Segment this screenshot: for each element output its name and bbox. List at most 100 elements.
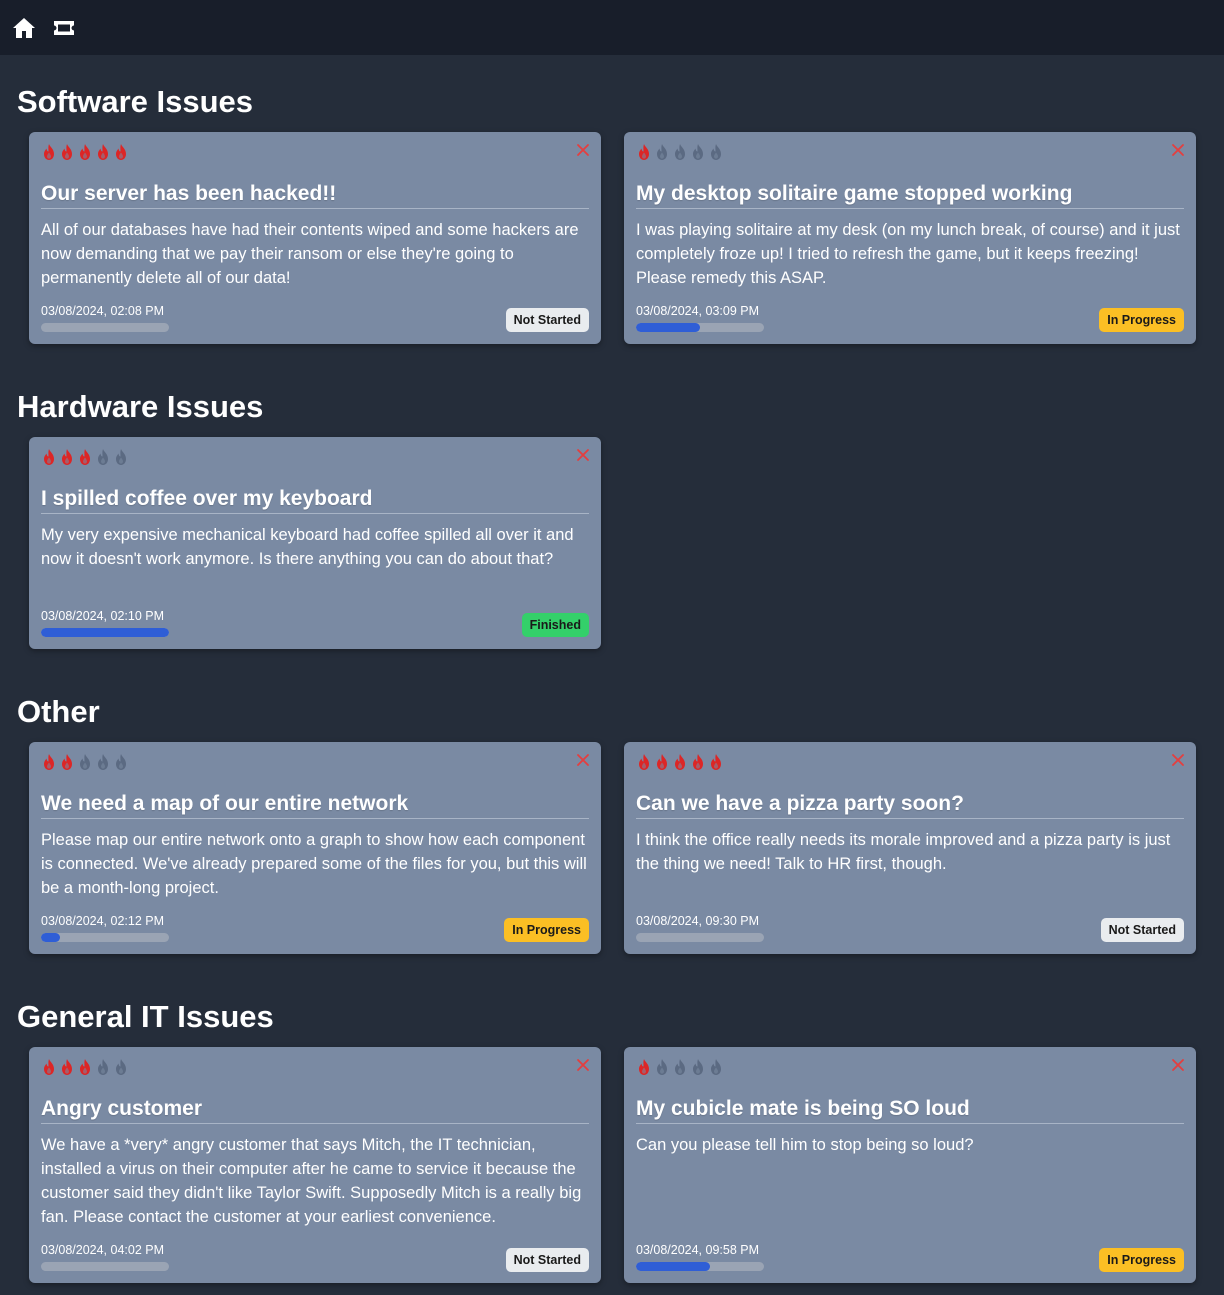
flame-icon-inactive	[98, 754, 108, 770]
ticket-icon[interactable]	[51, 15, 77, 41]
ticket-title: We need a map of our entire network	[41, 792, 589, 819]
ticket-card[interactable]: My desktop solitaire game stopped workin…	[624, 132, 1196, 344]
flame-icon-inactive	[98, 1059, 108, 1075]
top-nav-bar	[0, 0, 1224, 55]
flame-icon-inactive	[711, 1059, 721, 1075]
home-icon[interactable]	[11, 15, 37, 41]
ticket-card[interactable]: Angry customer We have a *very* angry cu…	[29, 1047, 601, 1283]
status-badge: Not Started	[505, 1248, 589, 1272]
ticket-description: I was playing solitaire at my desk (on m…	[636, 221, 1180, 287]
ticket-card[interactable]: We need a map of our entire network Plea…	[29, 742, 601, 954]
priority-rating	[41, 1058, 129, 1076]
flame-icon-active	[44, 449, 54, 465]
flame-icon-inactive	[675, 144, 685, 160]
flame-icon-inactive	[693, 144, 703, 160]
priority-rating	[41, 448, 129, 466]
ticket-title: Our server has been hacked!!	[41, 182, 589, 209]
ticket-card[interactable]: I spilled coffee over my keyboard My ver…	[29, 437, 601, 649]
flame-icon-inactive	[657, 1059, 667, 1075]
flame-icon-inactive	[675, 1059, 685, 1075]
progress-bar	[41, 323, 169, 332]
ticket-date: 03/08/2024, 02:08 PM	[41, 304, 165, 318]
ticket-card[interactable]: Our server has been hacked!! All of our …	[29, 132, 601, 344]
flame-icon-active	[44, 1059, 54, 1075]
flame-icon-active	[657, 754, 667, 770]
section-title-other: Other	[17, 694, 100, 729]
ticket-description: All of our databases have had their cont…	[41, 221, 579, 287]
flame-icon-inactive	[657, 144, 667, 160]
progress-bar-fill	[636, 323, 700, 332]
ticket-date: 03/08/2024, 03:09 PM	[636, 304, 760, 318]
section-title-software-issues: Software Issues	[17, 84, 254, 119]
flame-icon-active	[116, 144, 126, 160]
priority-rating	[636, 143, 724, 161]
section-title-hardware-issues: Hardware Issues	[17, 389, 264, 424]
flame-icon-inactive	[711, 144, 721, 160]
flame-icon-active	[639, 754, 649, 770]
progress-bar	[636, 323, 764, 332]
ticket-date: 03/08/2024, 09:30 PM	[636, 914, 760, 928]
priority-rating	[41, 753, 129, 771]
flame-icon-inactive	[116, 449, 126, 465]
ticket-card[interactable]: Can we have a pizza party soon? I think …	[624, 742, 1196, 954]
flame-icon-active	[80, 449, 90, 465]
flame-icon-inactive	[693, 1059, 703, 1075]
close-icon[interactable]	[1170, 142, 1186, 158]
flame-icon-active	[675, 754, 685, 770]
ticket-description: My very expensive mechanical keyboard ha…	[41, 526, 574, 568]
status-badge: Not Started	[1100, 918, 1184, 942]
progress-bar	[41, 628, 169, 637]
ticket-title: I spilled coffee over my keyboard	[41, 487, 589, 514]
ticket-card[interactable]: My cubicle mate is being SO loud Can you…	[624, 1047, 1196, 1283]
ticket-description: I think the office really needs its mora…	[636, 831, 1171, 873]
ticket-date: 03/08/2024, 09:58 PM	[636, 1243, 760, 1257]
priority-rating	[41, 143, 129, 161]
progress-bar-fill	[41, 933, 61, 942]
priority-rating	[636, 753, 724, 771]
progress-bar	[636, 1262, 764, 1271]
flame-icon-inactive	[80, 754, 90, 770]
flame-icon-inactive	[116, 1059, 126, 1075]
ticket-description: Please map our entire network onto a gra…	[41, 831, 587, 897]
status-badge: In Progress	[504, 918, 589, 942]
ticket-title: My cubicle mate is being SO loud	[636, 1097, 1184, 1124]
flame-icon-active	[62, 1059, 72, 1075]
progress-bar	[41, 1262, 169, 1271]
flame-icon-active	[62, 449, 72, 465]
status-badge: In Progress	[1099, 1248, 1184, 1272]
flame-icon-inactive	[98, 449, 108, 465]
flame-icon-active	[639, 144, 649, 160]
flame-icon-active	[98, 144, 108, 160]
ticket-date: 03/08/2024, 02:10 PM	[41, 609, 165, 623]
status-badge: Not Started	[505, 308, 589, 332]
close-icon[interactable]	[1170, 752, 1186, 768]
ticket-title: Angry customer	[41, 1097, 589, 1124]
flame-icon-active	[693, 754, 703, 770]
ticket-title: My desktop solitaire game stopped workin…	[636, 182, 1184, 209]
status-badge: Finished	[521, 613, 589, 637]
flame-icon-active	[44, 754, 54, 770]
progress-bar-fill	[41, 628, 169, 637]
progress-bar	[636, 933, 764, 942]
flame-icon-active	[62, 754, 72, 770]
ticket-date: 03/08/2024, 02:12 PM	[41, 914, 165, 928]
priority-rating	[636, 1058, 724, 1076]
ticket-title: Can we have a pizza party soon?	[636, 792, 1184, 819]
flame-icon-active	[80, 144, 90, 160]
ticket-description: We have a *very* angry customer that say…	[41, 1136, 582, 1226]
ticket-date: 03/08/2024, 04:02 PM	[41, 1243, 165, 1257]
section-title-general-it-issues: General IT Issues	[17, 999, 274, 1034]
close-icon[interactable]	[1170, 1057, 1186, 1073]
status-badge: In Progress	[1099, 308, 1184, 332]
flame-icon-active	[62, 144, 72, 160]
flame-icon-active	[711, 754, 721, 770]
flame-icon-inactive	[116, 754, 126, 770]
flame-icon-active	[80, 1059, 90, 1075]
close-icon[interactable]	[575, 447, 591, 463]
close-icon[interactable]	[575, 752, 591, 768]
close-icon[interactable]	[575, 1057, 591, 1073]
close-icon[interactable]	[575, 142, 591, 158]
ticket-description: Can you please tell him to stop being so…	[636, 1136, 974, 1154]
progress-bar-fill	[636, 1262, 711, 1271]
flame-icon-active	[639, 1059, 649, 1075]
